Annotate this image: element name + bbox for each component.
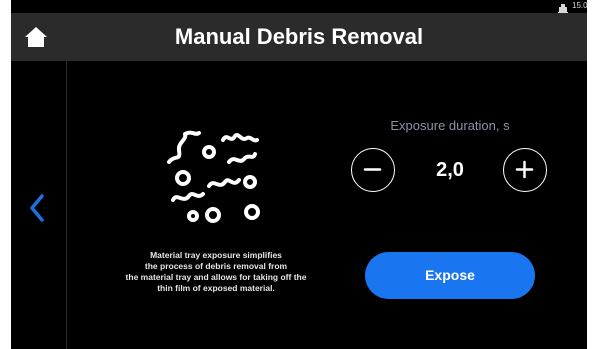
page-title: Manual Debris Removal — [174, 24, 424, 49]
debris-illustration — [159, 128, 275, 230]
home-button[interactable] — [23, 24, 49, 50]
home-icon — [23, 24, 49, 50]
header-bar: Manual Debris Removal — [11, 13, 587, 61]
minus-icon — [352, 149, 394, 190]
increment-button[interactable] — [503, 148, 547, 192]
back-button[interactable] — [24, 192, 50, 224]
printer-status-icon — [557, 1, 569, 14]
debris-particles-icon — [159, 128, 275, 230]
exposure-duration-value: 2,0 — [436, 159, 464, 181]
description-line: thin film of exposed material. — [157, 283, 275, 293]
status-bar: 15.0 — [11, 0, 588, 14]
description-line: the material tray and allows for taking … — [125, 272, 307, 282]
description-text: Material tray exposure simplifies the pr… — [111, 250, 321, 294]
status-value: 15.0 — [572, 1, 588, 10]
decrement-button[interactable] — [351, 148, 395, 192]
sidebar-divider — [66, 61, 67, 349]
chevron-left-icon — [24, 192, 50, 224]
description-line: the process of debris removal from — [144, 261, 288, 271]
device-screen: 15.0 Manual Debris Removal Material tray… — [11, 0, 588, 349]
exposure-duration-label: Exposure duration, s — [390, 118, 510, 133]
expose-button[interactable]: Expose — [365, 252, 535, 299]
description-line: Material tray exposure simplifies — [150, 250, 282, 260]
plus-icon — [504, 149, 546, 190]
